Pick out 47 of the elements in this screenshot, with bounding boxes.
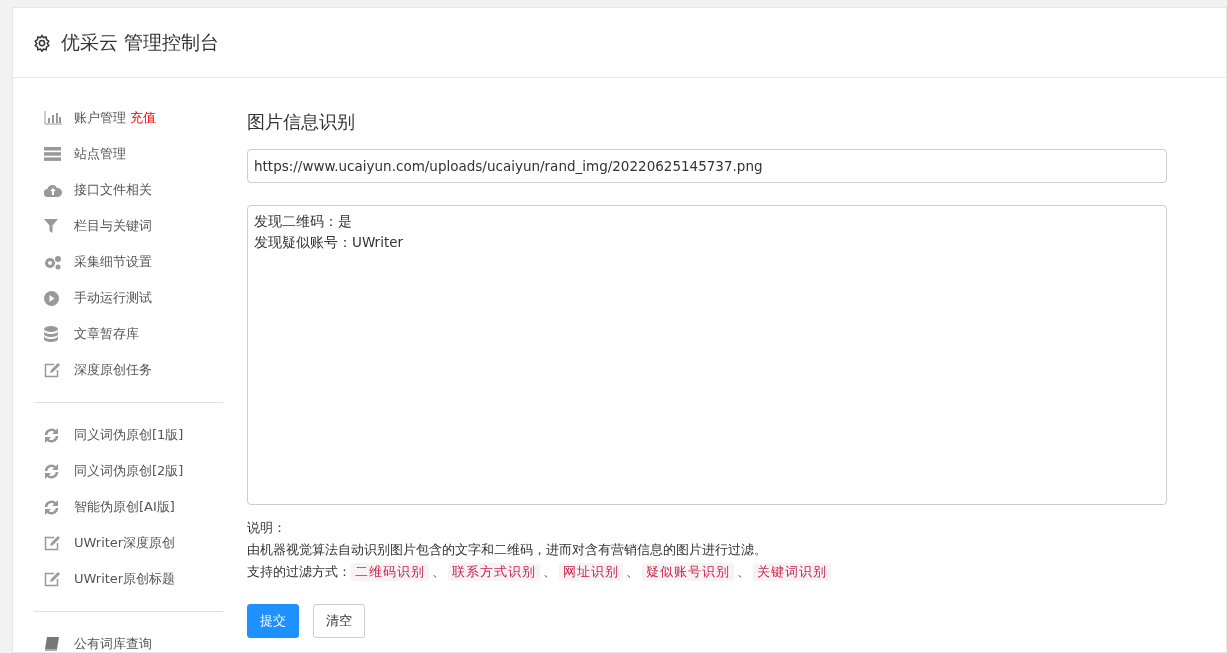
sidebar-item[interactable]: UWriter深度原创 [34,525,223,561]
sidebar-item[interactable]: 同义词伪原创[2版] [34,453,223,489]
url-input-field[interactable]: https://www.ucaiyun.com/uploads/ucaiyun/rand_img/20220625145737.png [247,149,1167,183]
filter-tag: 疑似账号识别 [642,563,734,581]
sidebar-item[interactable]: 同义词伪原创[1版] [34,417,223,453]
separator: 、 [737,563,750,581]
book-icon [44,636,59,652]
cloud-upload-icon [44,183,62,197]
notes-description: 由机器视觉算法自动识别图片包含的文字和二维码，进而对含有营销信息的图片进行过滤。 [247,541,768,559]
play-icon [44,290,59,306]
sidebar-item[interactable]: 深度原创任务 [34,352,223,388]
separator: 、 [432,563,445,581]
sidebar-item[interactable]: 接口文件相关 [34,172,223,208]
database-icon [44,326,58,342]
filter-methods-label: 支持的过滤方式： [247,563,351,581]
separator: 、 [626,563,639,581]
page-title: 图片信息识别 [247,110,356,134]
filter-tag: 二维码识别 [351,563,429,581]
filter-tag: 网址识别 [559,563,623,581]
sidebar-item[interactable]: 站点管理 [34,136,223,172]
filter-tag: 关键词识别 [753,563,831,581]
sidebar-item[interactable]: 栏目与关键词 [34,208,223,244]
sidebar-item[interactable]: 公有词库查询 [34,626,223,652]
console-title: 优采云 管理控制台 [61,30,220,56]
refresh-icon [44,499,59,515]
filter-icon [44,219,58,233]
sidebar-item[interactable]: 手动运行测试 [34,280,223,316]
separator: 、 [543,563,556,581]
bar-chart-icon [44,111,62,125]
edit-icon [44,535,60,551]
refresh-icon [44,463,59,479]
edit-icon [44,362,60,378]
clear-button[interactable]: 清空 [313,604,365,638]
recharge-link[interactable]: 充值 [130,108,156,128]
sidebar-item[interactable]: 采集细节设置 [34,244,223,280]
sidebar-item[interactable]: 智能伪原创[AI版] [34,489,223,525]
sidebar-item[interactable]: 文章暂存库 [34,316,223,352]
settings-icon [33,33,51,52]
sidebar-item[interactable]: UWriter原创标题 [34,561,223,597]
result-text-area[interactable]: 发现二维码：是 发现疑似账号：UWriter [247,205,1167,505]
filter-tag: 联系方式识别 [448,563,540,581]
edit-icon [44,571,60,587]
gears-icon [44,254,62,270]
sidebar-item-label[interactable]: 账户管理 [74,108,126,128]
notes-heading: 说明： [247,519,287,537]
server-icon [44,147,61,161]
refresh-icon [44,427,59,443]
